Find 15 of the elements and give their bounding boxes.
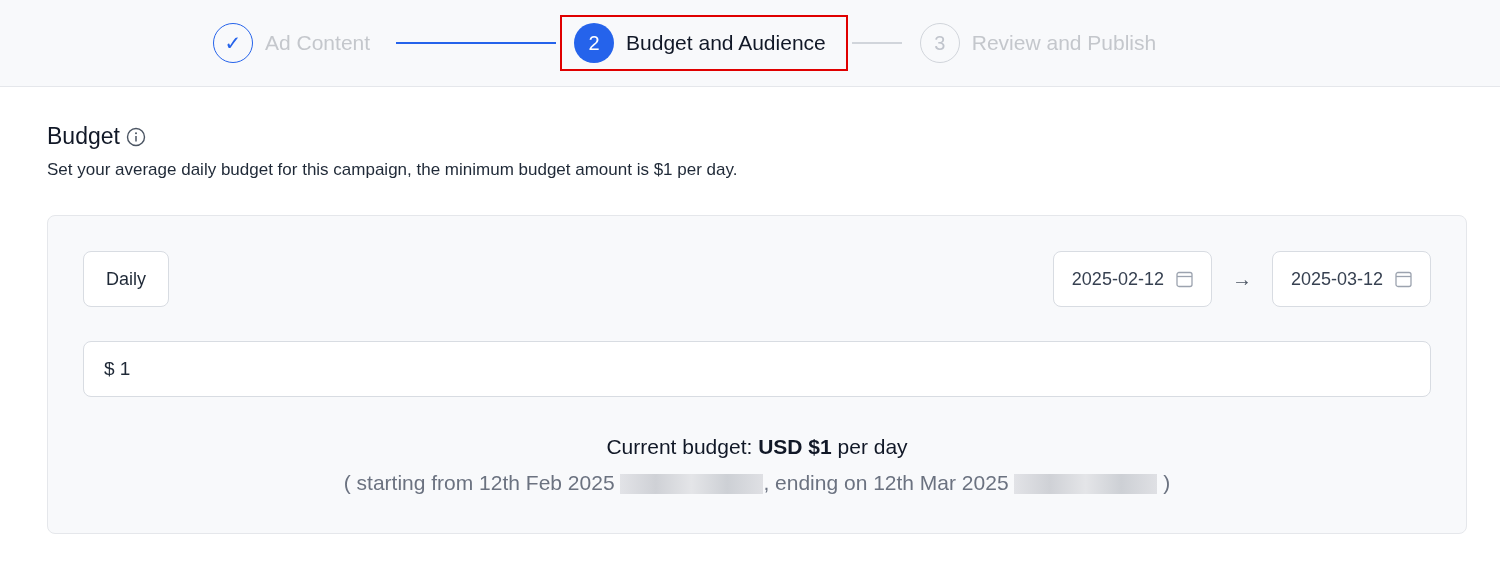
budget-type-button[interactable]: Daily (83, 251, 169, 307)
budget-period: ( starting from 12th Feb 2025 , ending on 12th Mar 2025 ) (342, 471, 1172, 495)
step-label: Budget and Audience (626, 31, 826, 55)
arrow-icon: → (1231, 267, 1252, 291)
section-description: Set your average daily budget for this campaign, the minimum budget amount is $1 per day. (47, 160, 739, 180)
amount-field[interactable]: $ 1 (83, 341, 1431, 397)
calendar-icon (1175, 270, 1193, 288)
end-date-field[interactable]: 2025-03-12 (1271, 251, 1431, 307)
budget-summary: Current budget: USD $1 per day (605, 435, 909, 459)
calendar-icon (1395, 270, 1412, 288)
wizard-step[interactable]: 2 Budget and Audience (560, 15, 848, 71)
info-icon[interactable] (125, 126, 146, 147)
start-date-field[interactable]: 2025-02-12 (1052, 251, 1212, 307)
section-title: Budget (47, 123, 120, 150)
step-number: 2 (574, 23, 615, 63)
